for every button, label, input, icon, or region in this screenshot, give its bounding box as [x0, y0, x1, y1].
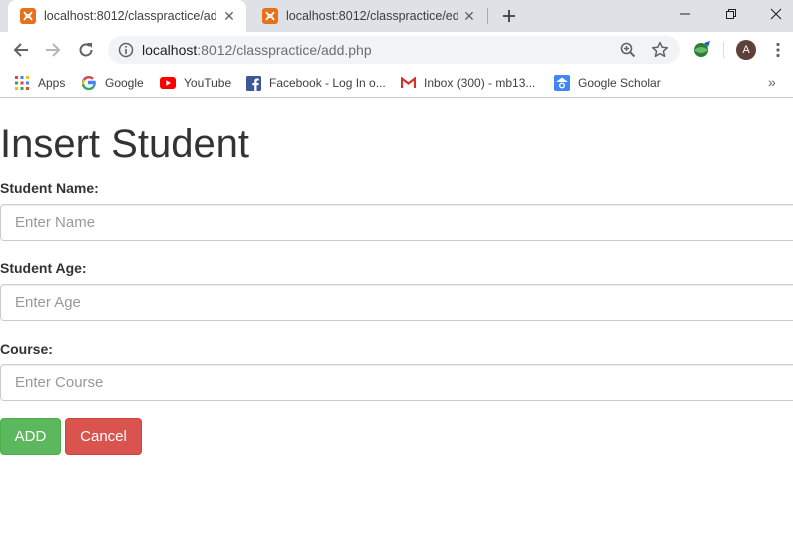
- google-scholar-icon: [554, 75, 570, 91]
- bookmarks-overflow-button[interactable]: »: [768, 74, 776, 90]
- course-input[interactable]: [0, 364, 793, 401]
- tab-edit-page[interactable]: localhost:8012/classpractice/edit ✕: [250, 0, 486, 32]
- add-button[interactable]: ADD: [0, 418, 61, 455]
- tab-separator: [487, 8, 488, 24]
- bookmark-google-scholar[interactable]: Google Scholar: [554, 74, 661, 92]
- student-name-input[interactable]: [0, 204, 793, 241]
- page-title: Insert Student: [0, 122, 250, 166]
- tab-title: localhost:8012/classpractice/add: [44, 9, 216, 23]
- close-icon: [770, 8, 782, 20]
- bookmark-gmail-inbox[interactable]: Inbox (300) - mb13...: [400, 74, 535, 92]
- student-name-label: Student Name:: [0, 180, 99, 196]
- url-host: localhost: [142, 42, 198, 58]
- restore-icon: [726, 9, 736, 19]
- toolbar-separator: [723, 42, 724, 58]
- menu-button[interactable]: [768, 38, 788, 62]
- bookmark-label: Google: [105, 76, 144, 90]
- gmail-icon: [400, 75, 416, 91]
- bookmark-apps[interactable]: Apps: [14, 74, 65, 92]
- bookmark-label: Apps: [38, 76, 66, 90]
- bookmark-label: Google Scholar: [578, 76, 661, 90]
- arrow-right-icon: [46, 43, 61, 57]
- bookmark-label: Facebook - Log In o...: [269, 76, 386, 90]
- arrow-left-icon: [13, 43, 28, 57]
- google-icon: [81, 75, 97, 91]
- restore-button[interactable]: [708, 0, 754, 28]
- bookmarks-bar: Apps Google YouTube Facebook - Log In o.…: [0, 68, 793, 98]
- new-tab-button[interactable]: [498, 5, 520, 27]
- bookmark-facebook[interactable]: Facebook - Log In o...: [245, 74, 386, 92]
- minimize-button[interactable]: [662, 0, 708, 28]
- youtube-icon: [160, 75, 176, 91]
- bookmark-label: YouTube: [184, 76, 232, 90]
- tab-close-icon[interactable]: ✕: [460, 7, 478, 25]
- url-path: :8012/classpractice/add.php: [197, 42, 372, 58]
- facebook-icon: [245, 75, 261, 91]
- kebab-menu-icon: [776, 42, 780, 58]
- bookmark-youtube[interactable]: YouTube: [160, 74, 231, 92]
- extension-globe-icon[interactable]: [690, 40, 712, 60]
- browser-toolbar: localhost:8012/classpractice/add.php A: [0, 32, 793, 68]
- tab-title: localhost:8012/classpractice/edit: [286, 9, 458, 23]
- course-label: Course:: [0, 341, 53, 357]
- tab-add-page[interactable]: localhost:8012/classpractice/add ✕: [8, 0, 246, 32]
- close-window-button[interactable]: [753, 0, 793, 28]
- profile-avatar[interactable]: A: [736, 40, 756, 60]
- bookmark-star-icon[interactable]: [650, 40, 670, 60]
- tab-strip: localhost:8012/classpractice/add ✕ local…: [0, 0, 793, 32]
- bookmark-google[interactable]: Google: [81, 74, 144, 92]
- info-icon[interactable]: [118, 42, 134, 58]
- tab-close-icon[interactable]: ✕: [220, 7, 238, 25]
- zoom-icon[interactable]: [618, 40, 638, 60]
- apps-grid-icon: [14, 75, 30, 91]
- bookmark-label: Inbox (300) - mb13...: [424, 76, 536, 90]
- plus-icon: [503, 10, 515, 22]
- reload-button[interactable]: [72, 36, 100, 64]
- address-bar[interactable]: localhost:8012/classpractice/add.php: [108, 36, 680, 64]
- xampp-favicon-icon: [262, 8, 278, 24]
- student-age-label: Student Age:: [0, 260, 87, 276]
- forward-button[interactable]: [39, 36, 67, 64]
- back-button[interactable]: [7, 36, 35, 64]
- student-age-input[interactable]: [0, 284, 793, 321]
- xampp-favicon-icon: [20, 8, 36, 24]
- page-content: Insert Student Student Name: Student Age…: [0, 99, 793, 544]
- reload-icon: [79, 43, 93, 57]
- minimize-icon: [680, 13, 690, 15]
- url-text: localhost:8012/classpractice/add.php: [142, 42, 372, 58]
- cancel-button[interactable]: Cancel: [65, 418, 142, 455]
